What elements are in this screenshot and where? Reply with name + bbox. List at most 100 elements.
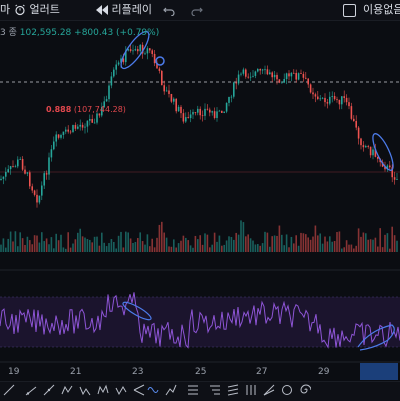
fib-speed-icon[interactable] [262,384,276,398]
trend-line-tool-icon[interactable] [2,384,16,398]
volume-bar [396,240,398,252]
volume-bar [254,244,257,252]
alert-button[interactable]: 얼러트 [14,2,60,18]
volume-bar [216,241,218,252]
checkbox[interactable] [343,4,356,17]
candle-body [319,98,321,100]
volume-bar [67,232,69,252]
volume-bar [146,234,149,252]
volume-bar [242,222,245,252]
x-tick: 25 [195,367,207,377]
volume-bar [168,246,170,252]
fib-level: 0.888 [46,105,72,114]
volume-bar [163,232,165,252]
volume-bar [89,239,91,252]
toolbar-left-fragment[interactable]: 마 [0,2,10,18]
fib-extension-icon[interactable] [208,384,222,398]
candle-body [41,185,43,196]
fib-circle-icon[interactable] [280,384,294,398]
replay-label: 리플레이 [111,3,152,16]
fib-timezone-icon[interactable] [244,384,258,398]
price-chart[interactable] [0,20,400,375]
candle-body [89,119,91,121]
volume-bar [79,228,81,252]
abcd-pattern-icon[interactable] [60,384,74,398]
volume-bar [317,235,319,252]
redo-button[interactable] [191,2,203,18]
candle-body [230,96,233,98]
pitchfork-icon[interactable] [132,384,146,398]
volume-bar [213,232,216,252]
fib-retracement-icon[interactable] [186,384,200,398]
volume-bar [319,233,321,252]
candle-body [389,165,391,168]
candle-body [12,166,14,167]
volume-bar [33,235,36,252]
ray-tool-2-icon[interactable] [42,384,56,398]
ray-tool-icon[interactable] [24,384,38,398]
volume-bar [43,241,45,252]
candle-body [321,97,324,99]
volume-bar [377,246,379,252]
wave-icon[interactable] [146,384,160,398]
candle-body [338,99,341,105]
volume-bar [180,240,182,252]
volume-bar [14,231,17,252]
volume-bar [108,243,110,252]
candle-body [45,173,48,175]
candle-body [269,72,271,75]
redo-icon [191,3,203,17]
volume-bar [175,247,177,252]
candle-body [307,78,309,85]
fib-spiral-icon[interactable] [298,384,312,398]
chart-area[interactable]: 3 종 102,595.28 +800.43 (+0.79%) 0.888 (1… [0,20,400,375]
candle-body [293,72,295,74]
candle-body [233,82,235,97]
undo-button[interactable] [163,2,175,18]
candle-body [74,125,77,129]
candle-body [113,69,115,77]
candle-body [324,97,326,103]
candle-body [281,82,283,84]
candle-body [173,98,175,102]
candle-body [29,172,31,187]
replay-button[interactable]: 리플레이 [96,2,152,18]
candle-body [331,95,333,97]
candle-body [19,158,21,160]
volume-bar [369,239,372,252]
volume-bar [149,246,151,252]
volume-bar [252,240,254,252]
candle-body [314,94,317,97]
candle-body [204,108,206,116]
candle-body [285,73,288,80]
candle-body [77,126,79,129]
candle-body [96,113,98,123]
volume-bar [156,237,158,252]
candle-body [165,90,168,92]
fib-channel-icon[interactable] [226,384,240,398]
abcd-pattern-2-icon[interactable] [78,384,92,398]
volume-bar [233,239,235,252]
arrow-pattern-icon[interactable] [164,384,178,398]
candle-body [317,96,319,100]
candle-body [7,169,9,173]
wz-pattern-icon[interactable] [96,384,110,398]
volume-bar [45,238,48,252]
candle-body [62,131,65,135]
candle-body [283,79,285,83]
volume-bar [367,239,369,252]
x-tick: 23 [132,367,144,377]
volume-bar [194,235,197,252]
volume-bar [177,243,180,252]
volume-bar [341,248,343,252]
candle-body [72,125,74,133]
candle-body [211,111,213,113]
volume-bar [101,232,103,252]
candle-body [355,121,357,128]
candle-body [168,90,170,94]
volume-bar [199,235,201,252]
xyz-pattern-icon[interactable] [114,384,128,398]
volume-bar [204,233,206,252]
candle-body [139,44,141,52]
candle-body [117,62,120,65]
